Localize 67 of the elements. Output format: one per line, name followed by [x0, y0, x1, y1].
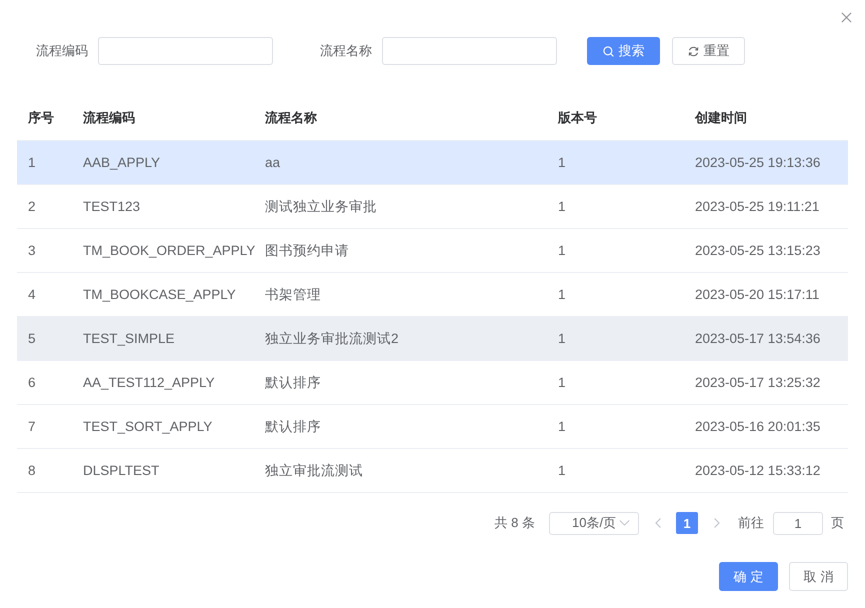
table-row[interactable]: 1 AAB_APPLY aa 1 2023-05-25 19:13:36	[17, 141, 848, 185]
table-cell-text: DLSPLTEST	[82, 463, 160, 478]
table-cell-text: 2023-05-12 15:33:12	[694, 463, 820, 478]
column-header: 版本号	[556, 109, 597, 127]
table-cell-text: 7	[27, 419, 36, 434]
table-cell-text: 1	[557, 375, 566, 390]
close-icon[interactable]	[841, 12, 852, 23]
search-icon	[602, 46, 614, 56]
prev-page-icon[interactable]	[655, 518, 661, 528]
table-cell-text: 6	[27, 375, 36, 390]
table-cell-text: 独立审批流测试	[264, 462, 363, 480]
page-input-field[interactable]: 1	[773, 512, 823, 534]
reset-button[interactable]: 重置	[672, 37, 745, 65]
table-cell-text: 3	[27, 243, 36, 258]
table-cell-text: TEST123	[82, 199, 140, 214]
field-label: 流程名称	[320, 42, 372, 60]
table-cell-text: 2023-05-17 13:25:32	[694, 375, 820, 390]
table-cell-text: TEST_SORT_APPLY	[82, 419, 212, 434]
refresh-icon	[688, 46, 698, 56]
table-cell-text: 8	[27, 463, 36, 478]
goto-label: 前往	[738, 514, 764, 532]
table-cell-text: 默认排序	[264, 418, 321, 436]
table-cell-text: TM_BOOKCASE_APPLY	[82, 287, 236, 302]
total-count: 共 8 条	[494, 514, 535, 532]
table-cell-text: 1	[27, 155, 36, 170]
search-button[interactable]: 搜索	[587, 37, 660, 65]
table-cell-text: TM_BOOK_ORDER_APPLY	[82, 243, 256, 258]
table-cell-text: 1	[557, 199, 566, 214]
table-cell-text: 书架管理	[264, 286, 321, 304]
table-cell-text: 1	[557, 419, 566, 434]
page-suffix: 页	[831, 514, 844, 532]
table-cell-text: TEST_SIMPLE	[82, 331, 175, 346]
table-cell-text: 独立业务审批流测试2	[264, 330, 399, 348]
table-cell-text: 图书预约申请	[264, 242, 349, 260]
table-cell-text: 测试独立业务审批	[264, 198, 377, 216]
table-cell-text: 2023-05-16 20:01:35	[694, 419, 820, 434]
table-cell-text: 1	[557, 287, 566, 302]
table-cell-text: 4	[27, 287, 36, 302]
cancel-button[interactable]: 取 消	[789, 562, 848, 591]
next-page-icon[interactable]	[714, 518, 720, 528]
column-header: 序号	[27, 109, 54, 127]
table-cell-text: 2	[27, 199, 36, 214]
chevron-down-icon	[619, 520, 630, 526]
table-cell-text: 2023-05-20 15:17:11	[694, 287, 820, 302]
table-cell-text: aa	[264, 155, 280, 170]
column-header: 创建时间	[694, 109, 747, 127]
text-field[interactable]	[98, 37, 273, 65]
table-cell-text: AAB_APPLY	[82, 155, 160, 170]
column-header: 流程编码	[82, 109, 135, 127]
field-label: 流程编码	[36, 42, 88, 60]
page-size-select[interactable]: 10条/页	[549, 512, 639, 534]
page-button[interactable]: 1	[676, 512, 698, 534]
confirm-button[interactable]: 确 定	[719, 562, 778, 591]
table-cell-text: 默认排序	[264, 374, 321, 392]
table-cell-text: 1	[557, 463, 566, 478]
column-header: 流程名称	[264, 109, 317, 127]
table-cell-text: 1	[557, 243, 566, 258]
table-cell-text: 2023-05-25 19:11:21	[694, 199, 820, 214]
table-cell-text: AA_TEST112_APPLY	[82, 375, 215, 390]
table-cell-text: 2023-05-25 13:15:23	[694, 243, 820, 258]
table-cell-text: 2023-05-17 13:54:36	[694, 331, 820, 346]
table-cell-text: 5	[27, 331, 36, 346]
table-cell-text: 1	[557, 331, 566, 346]
table-cell-text: 2023-05-25 19:13:36	[694, 155, 820, 170]
text-field[interactable]	[382, 37, 557, 65]
table-row[interactable]: 5 TEST_SIMPLE 独立业务审批流测试2 1 2023-05-17 13:54:36	[17, 317, 848, 361]
table-cell-text: 1	[557, 155, 566, 170]
